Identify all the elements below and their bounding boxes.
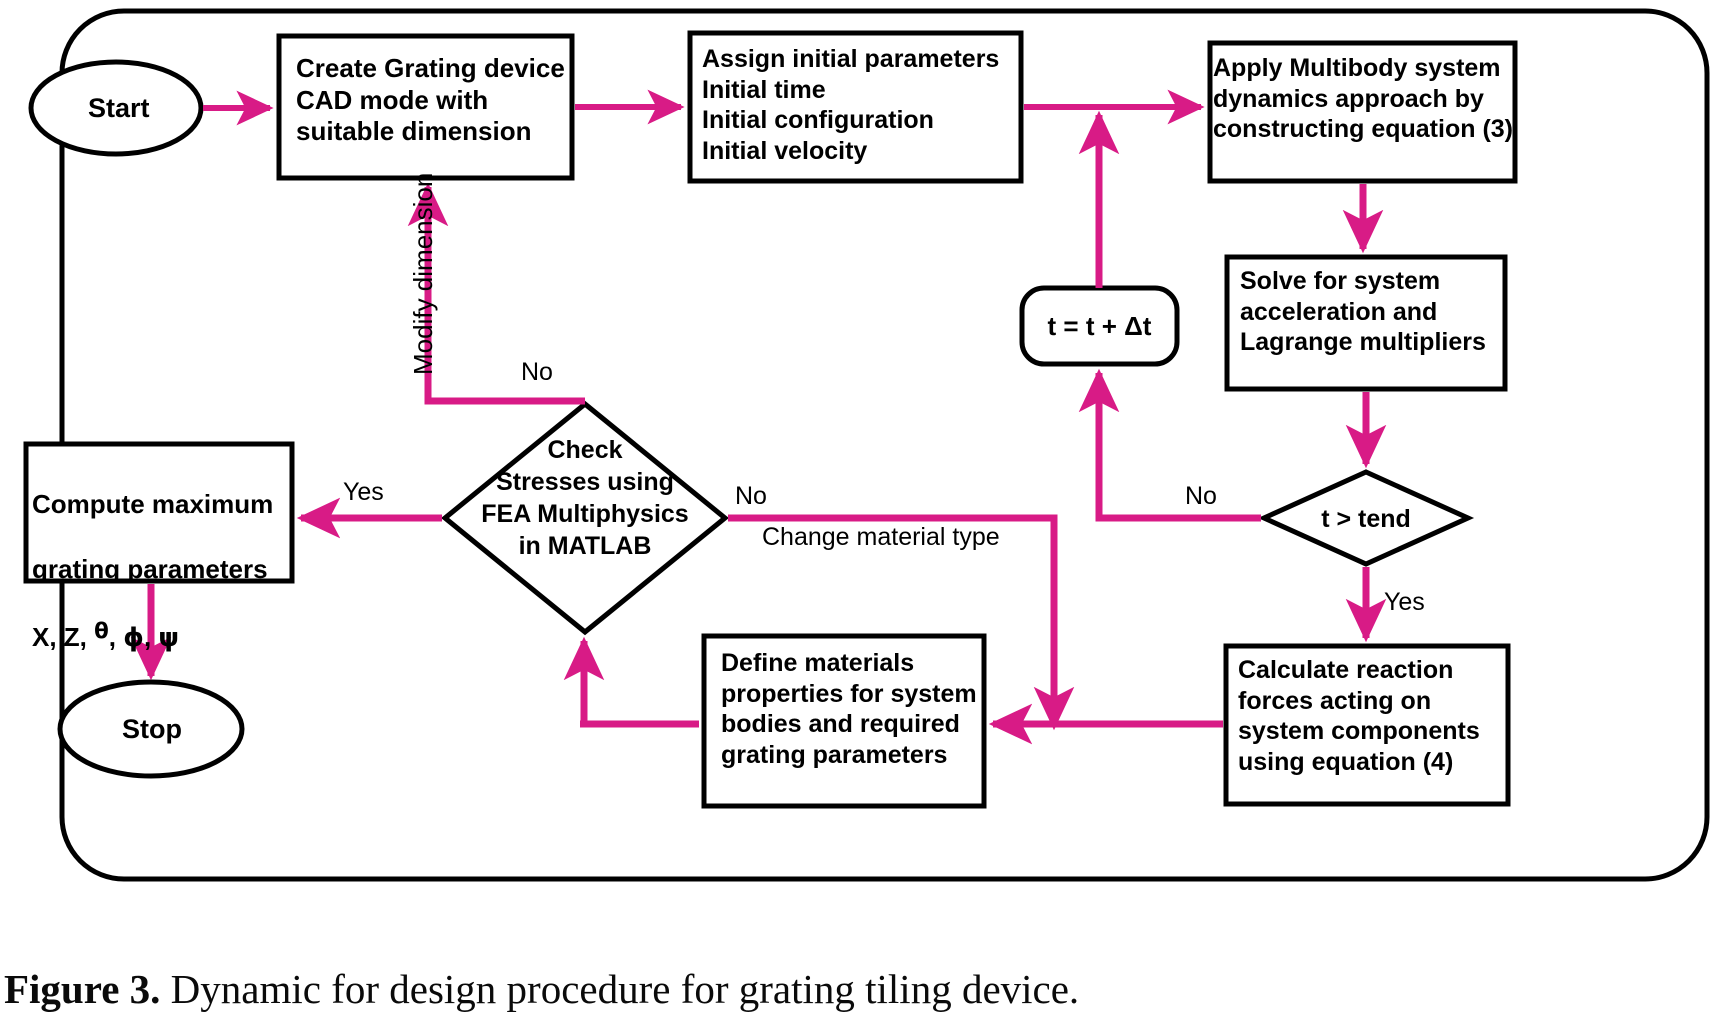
create-cad-label: Create Grating device CAD mode with suit… bbox=[296, 53, 565, 147]
time-step-label: t = t + Δt bbox=[1047, 311, 1152, 341]
calc-reaction-label: Calculate reaction forces acting on syst… bbox=[1238, 656, 1480, 776]
edge-label-tend-no: No bbox=[1185, 482, 1217, 510]
solve-system-label: Solve for system acceleration and Lagran… bbox=[1240, 267, 1486, 356]
edge-label-change-material-type: Change material type bbox=[762, 523, 1000, 551]
edge-label-check-yes-left: Yes bbox=[343, 478, 384, 506]
compute-max-label: Compute maximum grating parameters X, Z,… bbox=[32, 455, 290, 655]
edge-tend-no-to-timestep bbox=[1078, 368, 1261, 522]
edge-label-check-no-right: No bbox=[735, 482, 767, 510]
assign-params-label: Assign initial parameters Initial time I… bbox=[702, 45, 1000, 165]
apply-multibody-label: Apply Multibody system dynamics approach… bbox=[1213, 54, 1513, 143]
check-stresses-label: Check Stresses using FEA Multiphysics in… bbox=[481, 436, 689, 560]
compute-max-line-3: X, Z, θ, ϕ, ψ bbox=[32, 618, 180, 653]
theta-symbol: θ bbox=[94, 618, 109, 644]
edge-check-no-modify-dimension bbox=[407, 182, 585, 405]
compute-max-sep2: , bbox=[143, 621, 159, 652]
compute-max-sep1: , bbox=[108, 621, 124, 652]
figure-flowchart: Start Stop Create Grating device CAD mod… bbox=[0, 0, 1719, 1025]
figure-caption: Figure 3. Dynamic for design procedure f… bbox=[4, 965, 1504, 1013]
start-label: Start bbox=[88, 93, 150, 123]
compute-max-line-1: Compute maximum bbox=[32, 488, 274, 519]
figure-caption-text: Dynamic for design procedure for grating… bbox=[160, 966, 1080, 1012]
t-gt-tend-label: t > tend bbox=[1321, 505, 1411, 533]
compute-max-xz: X, Z, bbox=[32, 621, 95, 652]
edge-label-modify-dimension: Modify dimension bbox=[408, 172, 438, 375]
psi-symbol: ψ bbox=[158, 622, 180, 653]
compute-max-line-2: grating parameters bbox=[32, 554, 268, 585]
figure-caption-number: Figure 3. bbox=[4, 966, 161, 1012]
edge-label-tend-yes: Yes bbox=[1384, 588, 1425, 616]
stop-label: Stop bbox=[122, 714, 182, 744]
edge-label-check-no-up: No bbox=[521, 358, 553, 386]
define-materials-label: Define materials properties for system b… bbox=[721, 649, 977, 769]
phi-symbol: ϕ bbox=[123, 622, 144, 653]
